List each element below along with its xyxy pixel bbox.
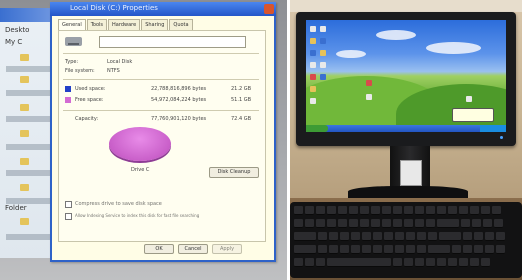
folder-icon[interactable] xyxy=(20,130,29,137)
desktop-icon[interactable] xyxy=(310,50,316,56)
taskbar xyxy=(306,125,506,132)
capacity-bytes: 77,760,901,120 bytes xyxy=(151,116,207,122)
apply-button[interactable]: Apply xyxy=(212,244,242,254)
desktop-icon[interactable] xyxy=(320,62,326,68)
divider xyxy=(63,110,259,111)
folder-icon[interactable] xyxy=(20,184,29,191)
dialog-tabs: General Tools Hardware Sharing Quota xyxy=(58,19,193,30)
hard-drive-icon xyxy=(65,37,82,46)
drive-name-input[interactable] xyxy=(99,36,246,48)
explorer-label-desktop: Deskto xyxy=(5,26,30,34)
keyboard-row xyxy=(294,258,490,267)
desktop-icon[interactable] xyxy=(310,98,316,104)
disk-usage-pie xyxy=(109,127,171,161)
type-label: Type: xyxy=(65,59,79,65)
start-button[interactable] xyxy=(306,125,328,132)
capacity-gb: 72.4 GB xyxy=(231,116,252,122)
ok-button[interactable]: OK xyxy=(144,244,174,254)
desktop-icon[interactable] xyxy=(366,94,372,100)
file-system-value: NTFS xyxy=(107,68,120,74)
tab-general[interactable]: General xyxy=(58,19,86,30)
divider xyxy=(63,53,259,54)
cloud xyxy=(336,50,366,58)
tab-hardware[interactable]: Hardware xyxy=(108,19,141,30)
desktop-icon[interactable] xyxy=(310,62,316,68)
folder-icon[interactable] xyxy=(20,104,29,111)
left-photo: Deskto My C Folder Local Disk (C:) Prope… xyxy=(0,0,287,280)
tab-tools[interactable]: Tools xyxy=(86,19,108,30)
disk-cleanup-button[interactable]: Disk Cleanup xyxy=(209,167,259,178)
tab-sharing[interactable]: Sharing xyxy=(141,19,169,30)
explorer-label-folders: Folder xyxy=(5,204,27,212)
explorer-row[interactable] xyxy=(6,116,50,122)
free-space-bytes: 54,972,084,224 bytes xyxy=(151,97,207,103)
explorer-label-mycomputer: My C xyxy=(5,38,23,46)
capacity-label: Capacity: xyxy=(75,116,99,122)
keyboard[interactable] xyxy=(290,202,522,278)
disk-properties-dialog: Local Disk (C:) Properties General Tools… xyxy=(50,2,276,262)
drive-label: Drive C xyxy=(131,167,150,173)
desktop-icon[interactable] xyxy=(366,80,372,86)
used-space-label: Used space: xyxy=(75,86,106,92)
general-panel: Type: Local Disk File system: NTFS Used … xyxy=(58,30,266,242)
free-space-label: Free space: xyxy=(75,97,104,103)
used-space-swatch xyxy=(65,86,71,92)
cloud xyxy=(426,42,481,54)
file-system-label: File system: xyxy=(65,68,95,74)
monitor xyxy=(296,12,516,146)
index-checkbox[interactable] xyxy=(65,213,72,220)
tab-quota[interactable]: Quota xyxy=(169,19,193,30)
desktop-icon[interactable] xyxy=(320,74,326,80)
desktop-icon[interactable] xyxy=(310,38,316,44)
folder-icon[interactable] xyxy=(20,54,29,61)
close-icon[interactable] xyxy=(264,4,274,14)
divider xyxy=(63,79,259,80)
compress-label: Compress drive to save disk space xyxy=(75,201,162,207)
system-tray[interactable] xyxy=(480,125,506,132)
desktop-icon[interactable] xyxy=(320,38,326,44)
type-value: Local Disk xyxy=(107,59,133,65)
dialog-titlebar[interactable]: Local Disk (C:) Properties xyxy=(50,2,276,16)
desktop-icon[interactable] xyxy=(320,50,326,56)
keyboard-row xyxy=(294,245,505,254)
stand-sticker xyxy=(400,160,422,186)
keyboard-row xyxy=(294,206,501,215)
free-space-gb: 51.1 GB xyxy=(231,97,252,103)
folder-icon[interactable] xyxy=(20,218,29,225)
index-label: Allow Indexing Service to index this dis… xyxy=(75,213,200,218)
desktop-icon[interactable] xyxy=(310,86,316,92)
keyboard-row xyxy=(294,219,503,228)
dialog-title: Local Disk (C:) Properties xyxy=(70,4,158,12)
cloud xyxy=(376,30,416,40)
explorer-row[interactable] xyxy=(6,66,50,72)
free-space-swatch xyxy=(65,97,71,103)
explorer-row[interactable] xyxy=(6,144,50,150)
desktop-screen xyxy=(306,20,506,132)
notification-balloon[interactable] xyxy=(452,108,494,122)
desktop-icon[interactable] xyxy=(320,26,326,32)
desktop-icon[interactable] xyxy=(310,26,316,32)
used-space-gb: 21.2 GB xyxy=(231,86,252,92)
cancel-button[interactable]: Cancel xyxy=(178,244,208,254)
desktop-icon[interactable] xyxy=(466,96,472,102)
compress-checkbox[interactable] xyxy=(65,201,72,208)
right-photo xyxy=(290,0,522,280)
folder-icon[interactable] xyxy=(20,158,29,165)
explorer-row[interactable] xyxy=(6,170,50,176)
power-led-icon xyxy=(500,136,503,139)
wall xyxy=(290,0,522,12)
keyboard-row xyxy=(294,232,505,241)
explorer-row[interactable] xyxy=(6,90,50,96)
explorer-row[interactable] xyxy=(6,234,50,240)
folder-icon[interactable] xyxy=(20,76,29,83)
used-space-bytes: 22,788,816,896 bytes xyxy=(151,86,207,92)
desktop-icon[interactable] xyxy=(310,74,316,80)
